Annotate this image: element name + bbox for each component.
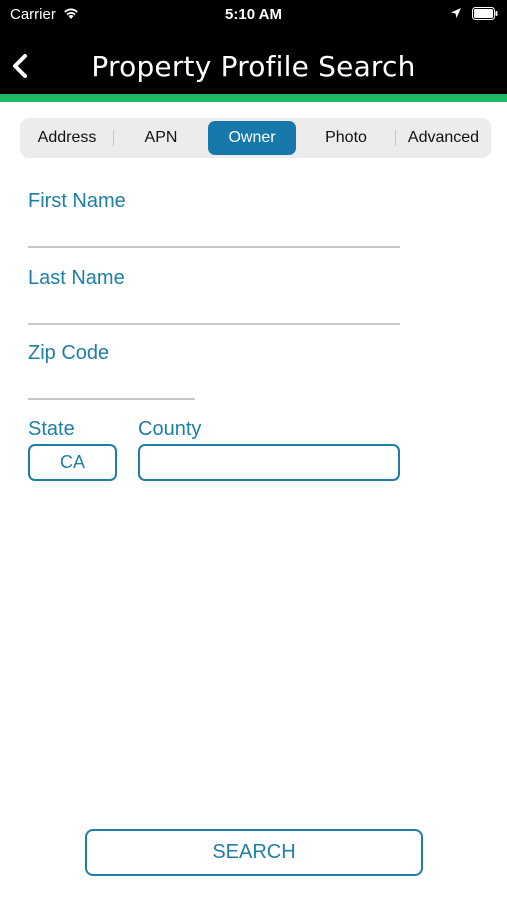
status-bar: Carrier 5:10 AM [0,0,507,30]
first-name-label: First Name [28,190,126,212]
zip-code-label: Zip Code [28,342,110,364]
last-name-underline [28,323,400,325]
page-title: Property Profile Search [91,50,416,83]
first-name-underline [28,246,400,248]
header-bar: Carrier 5:10 AM Property Profile Search [0,0,507,94]
tab-advanced[interactable]: Advanced [396,121,491,155]
last-name-label: Last Name [28,267,125,289]
zip-code-underline [28,398,195,400]
search-type-segmented-control: Address APN Owner Photo Advanced [20,118,491,158]
state-select[interactable]: CA [28,444,117,481]
clock: 5:10 AM [225,6,282,23]
zip-code-field[interactable] [28,366,195,400]
location-arrow-icon [451,8,461,18]
accent-divider [0,94,507,102]
county-input[interactable] [138,444,400,481]
battery-icon [472,7,498,20]
last-name-field[interactable] [28,291,400,325]
tab-apn[interactable]: APN [114,121,208,155]
tab-photo[interactable]: Photo [296,121,396,155]
tab-address[interactable]: Address [20,121,114,155]
first-name-field[interactable] [28,214,400,248]
county-label: County [138,418,202,440]
state-label: State [28,418,75,440]
search-button[interactable]: SEARCH [85,829,423,876]
tab-owner[interactable]: Owner [208,121,296,155]
